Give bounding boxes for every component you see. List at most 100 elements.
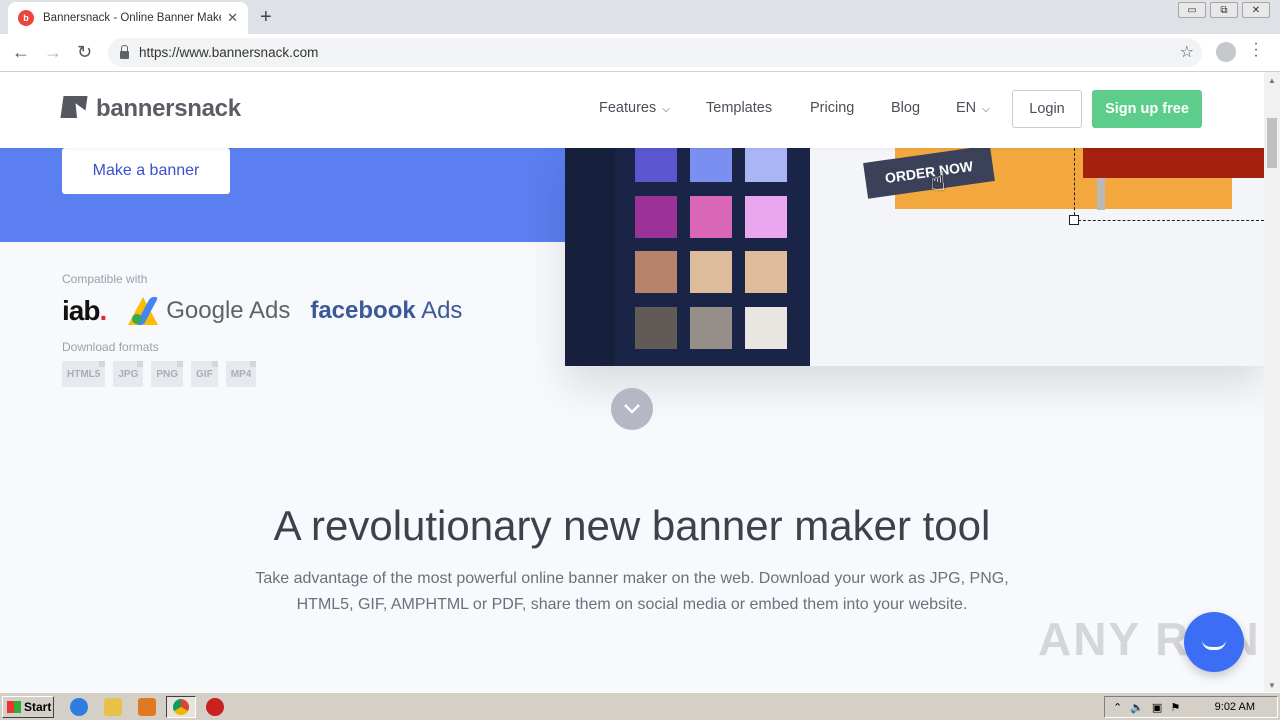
minimize-button[interactable]: ▭ xyxy=(1178,2,1206,18)
network-icon[interactable]: ▣ xyxy=(1152,701,1162,714)
facebook-ads-logo: facebook Ads xyxy=(310,297,462,325)
forward-arrow-icon[interactable]: → xyxy=(44,42,62,63)
nav-features[interactable]: Features ⌵ xyxy=(599,100,670,116)
subtext-line-1: Take advantage of the most powerful onli… xyxy=(255,570,1009,587)
section-subtext: Take advantage of the most powerful onli… xyxy=(232,566,1032,618)
nav-blog[interactable]: Blog xyxy=(891,100,920,116)
volume-icon[interactable]: 🔈 xyxy=(1130,701,1144,714)
color-swatch xyxy=(635,307,677,349)
scroll-down-button[interactable] xyxy=(611,388,653,430)
color-swatch xyxy=(635,251,677,293)
facebook-ads-text: Ads xyxy=(421,297,463,324)
file-explorer-icon[interactable] xyxy=(104,698,122,716)
subtext-line-2: HTML5, GIF, AMPHTML or PDF, share them o… xyxy=(296,596,968,613)
resize-handle xyxy=(1069,215,1079,225)
format-badge-jpg: JPG xyxy=(113,361,144,387)
tray-expand-icon[interactable]: ⌃ xyxy=(1113,701,1122,714)
format-badge-mp4: MP4 xyxy=(225,361,257,387)
scroll-down-arrow-icon[interactable]: ▼ xyxy=(1268,681,1276,690)
logo-text: bannersnack xyxy=(96,95,241,122)
chevron-down-icon: ⌵ xyxy=(982,104,990,115)
chrome-taskbar-button[interactable] xyxy=(166,696,196,718)
bannersnack-favicon-icon: b xyxy=(18,10,34,26)
color-swatch xyxy=(690,196,732,238)
google-ads-text: Google Ads xyxy=(166,297,291,324)
login-button[interactable]: Login xyxy=(1012,90,1082,128)
internet-explorer-icon[interactable] xyxy=(70,698,88,716)
couch-leg xyxy=(1097,178,1105,210)
color-swatch xyxy=(690,307,732,349)
browser-tab-bar: b Bannersnack - Online Banner Maker, ✕ +… xyxy=(0,0,1280,34)
format-badge-html5: HTML5 xyxy=(62,361,106,387)
couch-image xyxy=(1083,148,1264,178)
partner-logos: iab. Google Ads facebook Ads xyxy=(62,294,462,328)
iab-logo-text: iab xyxy=(62,295,100,326)
windows-logo-icon xyxy=(7,701,21,713)
new-tab-button[interactable]: + xyxy=(260,6,272,29)
nav-pricing[interactable]: Pricing xyxy=(810,100,854,116)
nav-features-label: Features xyxy=(599,100,657,116)
nav-templates[interactable]: Templates xyxy=(706,100,772,116)
url-text[interactable]: https://www.bannersnack.com xyxy=(139,45,318,60)
color-swatch xyxy=(745,307,787,349)
restore-button[interactable]: ⧉ xyxy=(1210,2,1238,18)
reload-icon[interactable]: ↻ xyxy=(77,42,92,63)
media-player-icon[interactable] xyxy=(138,698,156,716)
section-headline: A revolutionary new banner maker tool xyxy=(273,502,991,549)
iab-logo-dot: . xyxy=(99,295,107,326)
start-button[interactable]: Start xyxy=(2,696,54,718)
download-formats-label: Download formats xyxy=(62,340,159,354)
color-swatch xyxy=(745,251,787,293)
color-swatch xyxy=(635,196,677,238)
browser-menu-icon[interactable]: · · · xyxy=(1253,36,1259,64)
google-ads-icon xyxy=(128,297,159,325)
color-swatch xyxy=(690,251,732,293)
facebook-text: facebook xyxy=(310,297,416,324)
format-badge-png: PNG xyxy=(151,361,184,387)
format-badges: HTML5 JPG PNG GIF MP4 xyxy=(62,361,257,387)
compatible-with-label: Compatible with xyxy=(62,272,148,286)
chevron-down-icon: ⌵ xyxy=(662,104,670,115)
back-arrow-icon[interactable]: ← xyxy=(12,42,30,63)
signup-button[interactable]: Sign up free xyxy=(1092,90,1202,128)
profile-avatar-icon[interactable] xyxy=(1216,42,1236,62)
iab-logo: iab. xyxy=(62,295,107,327)
editor-preview-image: ORDER NOW ☝ xyxy=(565,140,1264,366)
page-viewport: bannersnack Features ⌵ Templates Pricing … xyxy=(0,72,1264,692)
nav-language-label: EN xyxy=(956,100,977,116)
google-ads-logo: Google Ads xyxy=(128,297,290,325)
windows-taskbar: Start ⌃ 🔈 ▣ ⚑ 9:02 AM xyxy=(0,692,1280,720)
bookmark-star-icon[interactable]: ☆ xyxy=(1180,42,1194,62)
chat-icon xyxy=(1202,634,1226,650)
color-swatch xyxy=(745,196,787,238)
antivirus-icon[interactable] xyxy=(206,698,224,716)
site-header: bannersnack Features ⌵ Templates Pricing … xyxy=(0,72,1264,148)
color-palette-panel xyxy=(565,140,810,366)
chrome-icon xyxy=(173,699,189,715)
scrollbar-thumb[interactable] xyxy=(1267,118,1277,168)
page-scrollbar[interactable]: ▲ ▼ xyxy=(1264,72,1280,692)
lock-icon xyxy=(120,44,129,59)
taskbar-clock[interactable]: 9:02 AM xyxy=(1215,701,1255,713)
chevron-down-icon xyxy=(624,404,640,414)
start-label: Start xyxy=(24,700,52,714)
scroll-up-arrow-icon[interactable]: ▲ xyxy=(1268,76,1276,85)
format-badge-gif: GIF xyxy=(191,361,218,387)
action-center-flag-icon[interactable]: ⚑ xyxy=(1170,701,1180,714)
close-window-button[interactable]: ✕ xyxy=(1242,2,1270,18)
tab-title: Bannersnack - Online Banner Maker, xyxy=(43,12,222,24)
browser-toolbar: ← → ↻ https://www.bannersnack.com ☆ · · · xyxy=(0,34,1280,72)
selection-border xyxy=(1073,220,1264,221)
make-banner-button[interactable]: Make a banner xyxy=(62,148,230,194)
logo-mark-icon xyxy=(60,94,92,124)
close-tab-icon[interactable]: ✕ xyxy=(227,10,238,26)
address-bar[interactable]: https://www.bannersnack.com ☆ xyxy=(108,38,1202,67)
window-controls: ▭ ⧉ ✕ xyxy=(1178,2,1270,18)
bannersnack-logo[interactable]: bannersnack xyxy=(60,94,241,124)
chat-widget-button[interactable] xyxy=(1184,612,1244,672)
nav-language[interactable]: EN ⌵ xyxy=(956,100,990,116)
selection-border xyxy=(1074,148,1075,220)
system-tray: ⌃ 🔈 ▣ ⚑ 9:02 AM xyxy=(1104,696,1278,718)
browser-tab[interactable]: b Bannersnack - Online Banner Maker, ✕ xyxy=(8,2,248,34)
hand-cursor-icon: ☝ xyxy=(930,166,946,196)
